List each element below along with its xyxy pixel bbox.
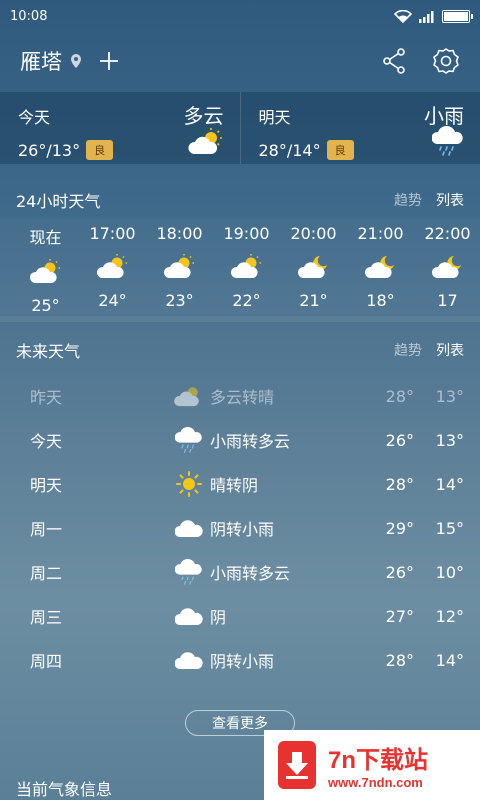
- cloudy-icon: [175, 608, 203, 625]
- forecast-row[interactable]: 昨天 多云转晴 28° 13°: [0, 374, 480, 418]
- today-card[interactable]: 今天 26°/13° 良 多云: [0, 92, 240, 164]
- sunny-icon: [176, 471, 202, 497]
- signal-icon: [419, 10, 434, 23]
- daily-forecast-list: 昨天 多云转晴 28° 13° 今天 小雨转多云 26° 13° 明天 晴转阴 …: [0, 374, 480, 682]
- watermark-overlay: 7n下载站 www.7ndn.com: [264, 730, 480, 800]
- battery-icon: [442, 9, 473, 23]
- hourly-item: 20:00 21°: [290, 224, 337, 310]
- forecast-section-title: 未来天气: [16, 342, 81, 361]
- section-divider: [0, 316, 480, 322]
- forecast-row[interactable]: 周三 阴 27° 12°: [0, 594, 480, 638]
- light-rain-icon: [175, 559, 202, 585]
- hourly-item: 现在 25°: [29, 228, 62, 314]
- cloudy-icon: [175, 520, 203, 537]
- status-bar: 10:08: [0, 0, 480, 32]
- partly-cloudy-icon: [29, 259, 60, 283]
- light-rain-icon: [175, 427, 202, 453]
- forecast-row[interactable]: 周四 阴转小雨 28° 14°: [0, 638, 480, 682]
- hourly-item: 18:00 23°: [156, 224, 203, 310]
- hourly-item: 17:00 24°: [89, 224, 136, 310]
- share-icon[interactable]: [382, 48, 406, 74]
- partly-cloudy-night-icon: [364, 256, 394, 278]
- location-pin-icon: [71, 54, 81, 68]
- settings-gear-icon[interactable]: [432, 47, 460, 75]
- hourly-section-title: 24小时天气: [16, 192, 101, 211]
- cloudy-icon: [175, 652, 203, 669]
- current-weather-info-title: 当前气象信息: [16, 780, 113, 799]
- app-header: 雁塔: [0, 32, 480, 90]
- watermark-brand: 7n下载站: [328, 747, 429, 774]
- hourly-item: 19:00 22°: [223, 224, 270, 310]
- partly-cloudy-icon: [163, 254, 194, 278]
- tomorrow-card[interactable]: 明天 28°/14° 良 小雨: [239, 92, 480, 164]
- hourly-forecast-strip[interactable]: 现在 25° 17:00 24° 18:00 23° 19:00 22° 20:…: [0, 218, 480, 314]
- wifi-icon: [394, 9, 412, 23]
- partly-cloudy-icon: [187, 128, 222, 154]
- download-logo-icon: [278, 741, 316, 789]
- hourly-item: 21:00 18°: [357, 224, 404, 310]
- hourly-section-header: 24小时天气 趋势 列表: [0, 182, 480, 218]
- forecast-row[interactable]: 周一 阴转小雨 29° 15°: [0, 506, 480, 550]
- today-tomorrow-panel: 今天 26°/13° 良 多云 明天 28°/14° 良 小雨: [0, 92, 480, 164]
- add-city-icon[interactable]: [98, 50, 120, 72]
- tomorrow-aqi-badge: 良: [326, 140, 354, 160]
- forecast-section-header: 未来天气 趋势 列表: [0, 332, 480, 368]
- partly-cloudy-icon: [230, 254, 261, 278]
- forecast-row[interactable]: 今天 小雨转多云 26° 13°: [0, 418, 480, 462]
- today-aqi-badge: 良: [86, 140, 114, 160]
- forecast-row[interactable]: 周二 小雨转多云 26° 10°: [0, 550, 480, 594]
- partly-cloudy-icon: [174, 387, 199, 407]
- today-condition: 多云: [183, 104, 224, 128]
- partly-cloudy-night-icon: [431, 256, 461, 278]
- forecast-tab-trend[interactable]: 趋势: [394, 340, 422, 360]
- tomorrow-temp: 28°/14°: [258, 140, 321, 160]
- city-name[interactable]: 雁塔: [20, 46, 62, 76]
- forecast-row[interactable]: 明天 晴转阴 28° 14°: [0, 462, 480, 506]
- hourly-tab-trend[interactable]: 趋势: [394, 190, 422, 210]
- tomorrow-condition: 小雨: [424, 104, 464, 128]
- partly-cloudy-icon: [96, 254, 127, 278]
- partly-cloudy-night-icon: [297, 256, 327, 278]
- forecast-tab-list[interactable]: 列表: [436, 340, 464, 360]
- today-temp: 26°/13°: [18, 140, 81, 160]
- light-rain-icon: [432, 126, 463, 156]
- hourly-item: 22:00 17: [424, 224, 471, 310]
- status-time: 10:08: [10, 8, 48, 24]
- watermark-url: www.7ndn.com: [328, 775, 423, 790]
- hourly-tab-list[interactable]: 列表: [436, 190, 464, 210]
